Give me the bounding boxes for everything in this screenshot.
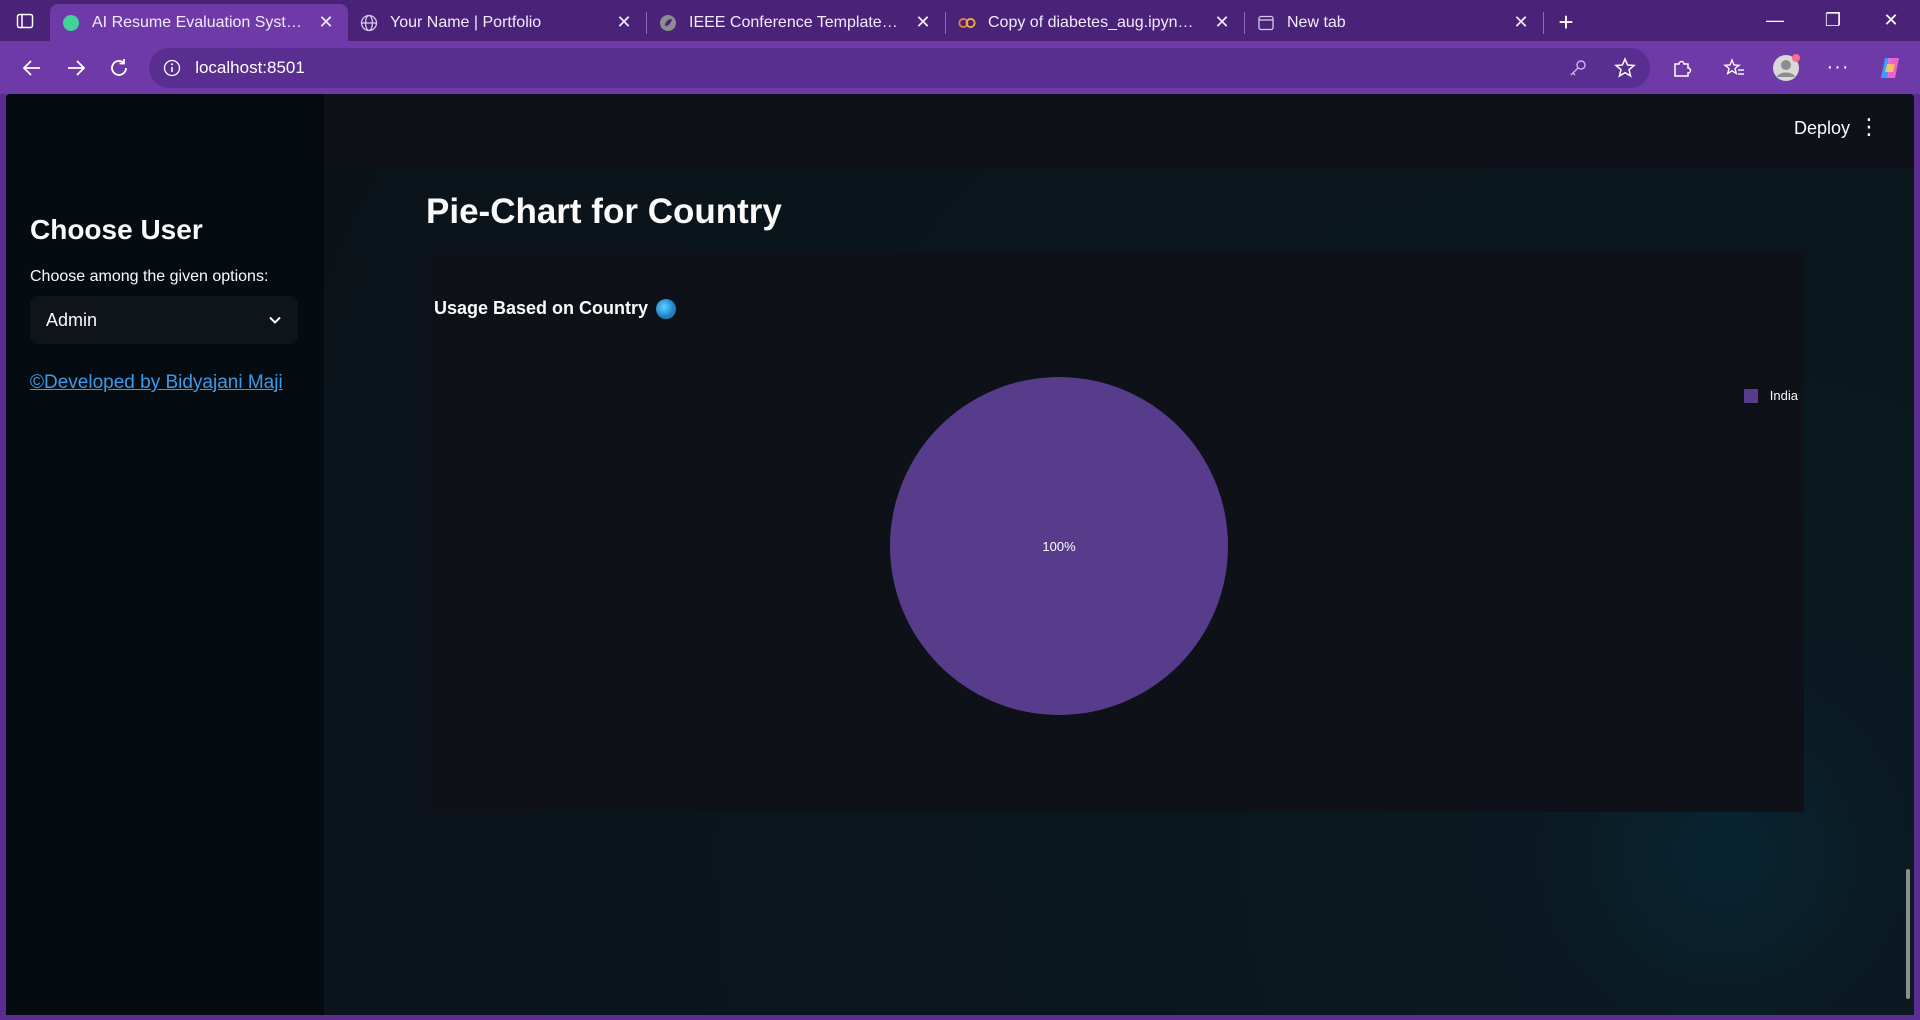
tab-new[interactable]: New tab ✕ <box>1245 4 1543 41</box>
minimize-icon[interactable]: — <box>1746 0 1804 41</box>
tab-colab[interactable]: Copy of diabetes_aug.ipynb - Colab ✕ <box>946 4 1244 41</box>
key-icon[interactable] <box>1568 58 1588 78</box>
close-tab-icon[interactable]: ✕ <box>1212 12 1232 33</box>
profile-button[interactable] <box>1766 48 1806 88</box>
forward-button[interactable] <box>54 48 98 88</box>
app-viewport: Choose User Choose among the given optio… <box>6 94 1914 1015</box>
sidebar-title: Choose User <box>30 214 203 245</box>
more-menu-button[interactable]: ··· <box>1818 48 1858 88</box>
close-tab-icon[interactable]: ✕ <box>316 12 336 33</box>
streamlit-circle-icon <box>62 14 80 32</box>
newtab-icon <box>1257 14 1275 32</box>
legend-swatch-india <box>1743 388 1758 403</box>
url-text[interactable]: localhost:8501 <box>195 58 1554 78</box>
vertical-scrollbar[interactable] <box>1906 869 1910 999</box>
main-menu-icon[interactable]: ⋮ <box>1858 114 1880 140</box>
extensions-button[interactable] <box>1662 48 1702 88</box>
select-value: Admin <box>46 309 98 330</box>
user-role-select[interactable]: Admin <box>30 296 298 344</box>
close-window-icon[interactable]: ✕ <box>1862 0 1920 41</box>
main-content: Deploy ⋮ Pie-Chart for Country Usage Bas… <box>324 94 1914 1015</box>
pie-slice-label: 100% <box>1042 539 1076 554</box>
reload-button[interactable] <box>97 48 141 88</box>
close-tab-icon[interactable]: ✕ <box>614 12 634 33</box>
ellipsis-icon: ··· <box>1826 56 1850 78</box>
colab-icon <box>958 14 976 32</box>
reload-icon <box>111 58 128 76</box>
app-header: Deploy ⋮ <box>324 94 1914 168</box>
tab-title: AI Resume Evaluation System <box>92 13 304 31</box>
page-title: Pie-Chart for Country <box>426 192 782 231</box>
address-bar[interactable]: localhost:8501 <box>149 47 1651 88</box>
puzzle-icon <box>1674 60 1692 77</box>
globe-icon <box>360 14 378 32</box>
copilot-button[interactable] <box>1870 48 1910 88</box>
browser-toolbar: localhost:8501 ··· <box>0 41 1920 94</box>
developer-link[interactable]: ©Developed by Bidyajani Maji <box>30 372 300 394</box>
chevron-down-icon <box>269 316 281 324</box>
pie-chart-card: Usage Based on Country 100% India <box>428 252 1804 812</box>
favorites-button[interactable] <box>1714 48 1754 88</box>
tab-actions-button[interactable] <box>0 0 50 41</box>
tab-title: Copy of diabetes_aug.ipynb - Colab <box>988 13 1200 31</box>
overleaf-icon <box>659 14 677 32</box>
window-controls: — ❐ ✕ <box>1746 0 1920 41</box>
tab-portfolio[interactable]: Your Name | Portfolio ✕ <box>348 4 646 41</box>
tab-title: New tab <box>1287 13 1346 31</box>
tab-actions-icon <box>16 13 34 28</box>
pie-chart: 100% <box>890 377 1228 715</box>
back-arrow-icon <box>22 59 40 76</box>
tab-title: Your Name | Portfolio <box>390 13 542 31</box>
copilot-icon <box>1881 57 1900 78</box>
forward-arrow-icon <box>67 59 85 76</box>
close-tab-icon[interactable]: ✕ <box>913 12 933 33</box>
tab-title: IEEE Conference Template - Online <box>689 13 901 31</box>
favorites-list-icon <box>1723 57 1745 75</box>
tab-ai-resume[interactable]: AI Resume Evaluation System ✕ <box>50 4 348 41</box>
chart-legend[interactable]: India <box>1743 388 1798 403</box>
close-tab-icon[interactable]: ✕ <box>1511 12 1531 33</box>
restore-icon[interactable]: ❐ <box>1804 0 1862 41</box>
profile-avatar-icon <box>1773 53 1801 81</box>
favorite-star-icon[interactable] <box>1614 56 1636 79</box>
new-tab-button[interactable]: + <box>1544 4 1588 41</box>
deploy-button[interactable]: Deploy <box>1794 118 1850 139</box>
browser-tab-bar: AI Resume Evaluation System ✕ Your Name … <box>0 0 1920 41</box>
sidebar: Choose User Choose among the given optio… <box>6 94 324 1015</box>
select-label: Choose among the given options: <box>30 268 269 285</box>
legend-label-india: India <box>1769 388 1798 403</box>
back-button[interactable] <box>10 48 54 88</box>
tab-ieee[interactable]: IEEE Conference Template - Online ✕ <box>647 4 945 41</box>
site-info-icon[interactable] <box>163 59 181 77</box>
